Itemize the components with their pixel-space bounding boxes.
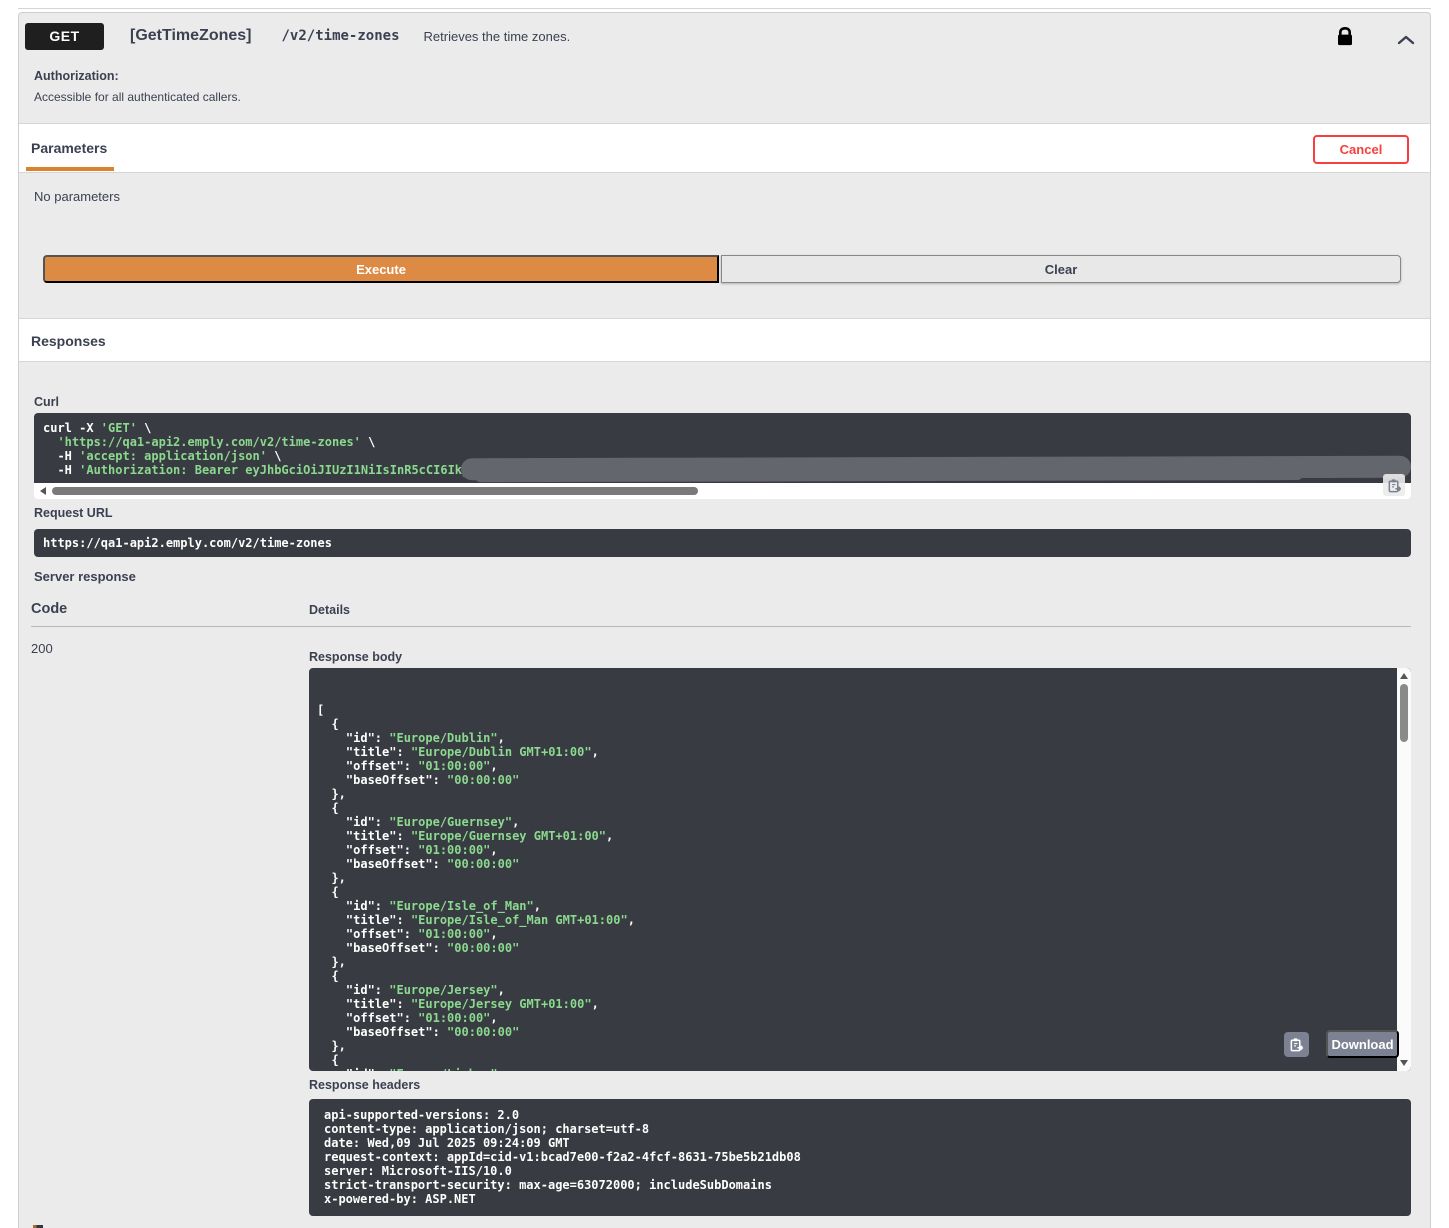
request-url-label: Request URL bbox=[34, 506, 112, 520]
cancel-button[interactable]: Cancel bbox=[1313, 135, 1409, 164]
response-body-code: [ { "id": "Europe/Dublin", "title": "Eur… bbox=[317, 703, 1393, 1071]
collapse-chevron-icon[interactable] bbox=[1397, 32, 1415, 50]
server-response-label: Server response bbox=[34, 569, 136, 584]
redacted-token-blob bbox=[461, 456, 1411, 480]
scroll-left-arrow-icon[interactable] bbox=[40, 487, 46, 495]
auth-lock-icon[interactable] bbox=[1337, 27, 1353, 51]
swagger-operation-page: { "colors": { "accent_orange": "#dd8a44"… bbox=[0, 0, 1449, 1228]
code-line: "baseOffset": "00:00:00" bbox=[317, 941, 1393, 955]
code-line: x-powered-by: ASP.NET bbox=[324, 1192, 1411, 1206]
table-divider bbox=[31, 626, 1411, 627]
code-line: [ bbox=[317, 703, 1393, 717]
code-line: "id": "Europe/Guernsey", bbox=[317, 815, 1393, 829]
authorization-label: Authorization: bbox=[34, 69, 241, 83]
code-line: 'https://qa1-api2.emply.com/v2/time-zone… bbox=[43, 435, 1411, 449]
operation-summary[interactable]: GET [GetTimeZones] /v2/time-zones Retrie… bbox=[19, 13, 1430, 59]
parameters-header-band: Parameters Cancel bbox=[19, 123, 1430, 173]
scrollbar-thumb[interactable] bbox=[1400, 684, 1408, 742]
code-line: }, bbox=[317, 871, 1393, 885]
response-body-scrollbar[interactable] bbox=[1397, 668, 1411, 1071]
code-line: "offset": "01:00:00", bbox=[317, 759, 1393, 773]
previous-block-divider bbox=[18, 8, 1431, 9]
code-line: { bbox=[317, 1053, 1393, 1067]
code-line: "title": "Europe/Guernsey GMT+01:00", bbox=[317, 829, 1393, 843]
code-line: "title": "Europe/Jersey GMT+01:00", bbox=[317, 997, 1393, 1011]
request-url-value: https://qa1-api2.emply.com/v2/time-zones bbox=[34, 529, 1411, 557]
execute-button[interactable]: Execute bbox=[43, 255, 719, 283]
operation-path: /v2/time-zones bbox=[282, 28, 400, 44]
code-line: api-supported-versions: 2.0 bbox=[324, 1108, 1411, 1122]
tab-parameters[interactable]: Parameters bbox=[31, 140, 107, 156]
code-column-header: Code bbox=[31, 601, 67, 617]
tab-active-underline bbox=[26, 167, 114, 171]
code-line: "offset": "01:00:00", bbox=[317, 927, 1393, 941]
code-line: "offset": "01:00:00", bbox=[317, 1011, 1393, 1025]
code-line: date: Wed,09 Jul 2025 09:24:09 GMT bbox=[324, 1136, 1411, 1150]
code-line: server: Microsoft-IIS/10.0 bbox=[324, 1164, 1411, 1178]
response-body-box: [ { "id": "Europe/Dublin", "title": "Eur… bbox=[309, 668, 1411, 1071]
code-line: "baseOffset": "00:00:00" bbox=[317, 773, 1393, 787]
code-line: curl -X 'GET' \ bbox=[43, 421, 1411, 435]
curl-horizontal-scrollbar[interactable] bbox=[34, 483, 1411, 499]
code-line: "id": "Europe/Dublin", bbox=[317, 731, 1393, 745]
code-line: { bbox=[317, 717, 1393, 731]
no-parameters-text: No parameters bbox=[34, 189, 120, 204]
http-method-badge: GET bbox=[25, 23, 104, 50]
code-line: "offset": "01:00:00", bbox=[317, 843, 1393, 857]
code-line: "id": "Europe/Lisbon", bbox=[317, 1067, 1393, 1071]
code-line: content-type: application/json; charset=… bbox=[324, 1122, 1411, 1136]
operation-block: GET [GetTimeZones] /v2/time-zones Retrie… bbox=[18, 12, 1431, 1228]
operation-id: [GetTimeZones] bbox=[130, 27, 252, 45]
code-line: { bbox=[317, 801, 1393, 815]
code-line: { bbox=[317, 885, 1393, 899]
code-line: "title": "Europe/Dublin GMT+01:00", bbox=[317, 745, 1393, 759]
scroll-down-arrow-icon[interactable] bbox=[1400, 1060, 1408, 1066]
copy-response-button[interactable] bbox=[1284, 1032, 1309, 1057]
details-column-header: Details bbox=[309, 603, 350, 617]
responses-header-band: Responses bbox=[19, 318, 1430, 362]
scrollbar-thumb[interactable] bbox=[52, 487, 698, 495]
code-line: request-context: appId=cid-v1:bcad7e00-f… bbox=[324, 1150, 1411, 1164]
code-line: }, bbox=[317, 787, 1393, 801]
authorization-text: Accessible for all authenticated callers… bbox=[34, 90, 241, 104]
code-line: }, bbox=[317, 1039, 1393, 1053]
curl-label: Curl bbox=[34, 395, 59, 409]
copy-curl-button[interactable] bbox=[1383, 474, 1405, 496]
code-line: "title": "Europe/Isle_of_Man GMT+01:00", bbox=[317, 913, 1393, 927]
code-line: }, bbox=[317, 955, 1393, 969]
code-line: strict-transport-security: max-age=63072… bbox=[324, 1178, 1411, 1192]
code-line: "baseOffset": "00:00:00" bbox=[317, 857, 1393, 871]
operation-description: Retrieves the time zones. bbox=[424, 29, 571, 44]
code-line: "id": "Europe/Jersey", bbox=[317, 983, 1393, 997]
response-headers-code: api-supported-versions: 2.0content-type:… bbox=[309, 1099, 1411, 1216]
scroll-up-arrow-icon[interactable] bbox=[1400, 673, 1408, 679]
authorization-section: Authorization: Accessible for all authen… bbox=[34, 69, 241, 104]
response-body-label: Response body bbox=[309, 650, 402, 664]
download-button[interactable]: Download bbox=[1326, 1030, 1399, 1058]
code-line: { bbox=[317, 969, 1393, 983]
status-code: 200 bbox=[31, 641, 53, 656]
clear-button[interactable]: Clear bbox=[721, 255, 1401, 283]
execute-row: Execute Clear bbox=[43, 255, 1401, 283]
response-headers-label: Response headers bbox=[309, 1078, 420, 1092]
responses-title: Responses bbox=[31, 333, 106, 349]
code-line: "id": "Europe/Isle_of_Man", bbox=[317, 899, 1393, 913]
code-line: "baseOffset": "00:00:00" bbox=[317, 1025, 1393, 1039]
